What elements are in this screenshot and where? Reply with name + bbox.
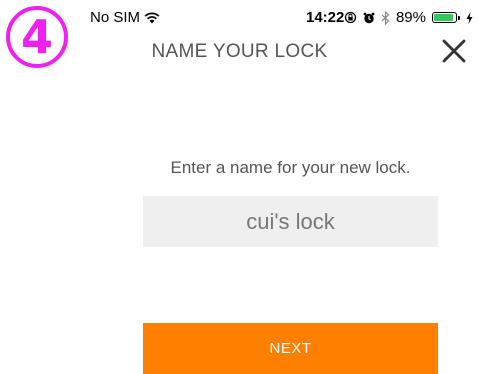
status-left: No SIM <box>90 9 160 26</box>
name-prompt: Enter a name for your new lock. <box>170 158 411 177</box>
battery-percent: 89% <box>395 9 426 26</box>
battery-body <box>432 12 457 23</box>
battery-icon <box>432 12 460 23</box>
close-button[interactable] <box>441 38 467 64</box>
next-button[interactable]: NEXT <box>143 323 438 374</box>
alarm-icon <box>363 12 375 24</box>
close-icon <box>442 39 466 63</box>
bluetooth-icon <box>381 10 390 25</box>
clock-time: 14:22 <box>306 9 345 26</box>
lock-name-field[interactable] <box>143 196 438 247</box>
page-title: NAME YOUR LOCK <box>151 41 328 62</box>
status-right: 89% <box>344 9 473 26</box>
battery-tip <box>458 15 460 20</box>
orientation-lock-icon <box>344 11 357 24</box>
battery-level-fill <box>434 14 453 21</box>
charging-bolt-icon <box>466 11 473 24</box>
wifi-icon <box>144 12 160 24</box>
status-bar: No SIM 14:22 89% <box>90 0 473 34</box>
carrier-label: No SIM <box>90 9 141 26</box>
lock-name-input[interactable] <box>190 208 391 235</box>
